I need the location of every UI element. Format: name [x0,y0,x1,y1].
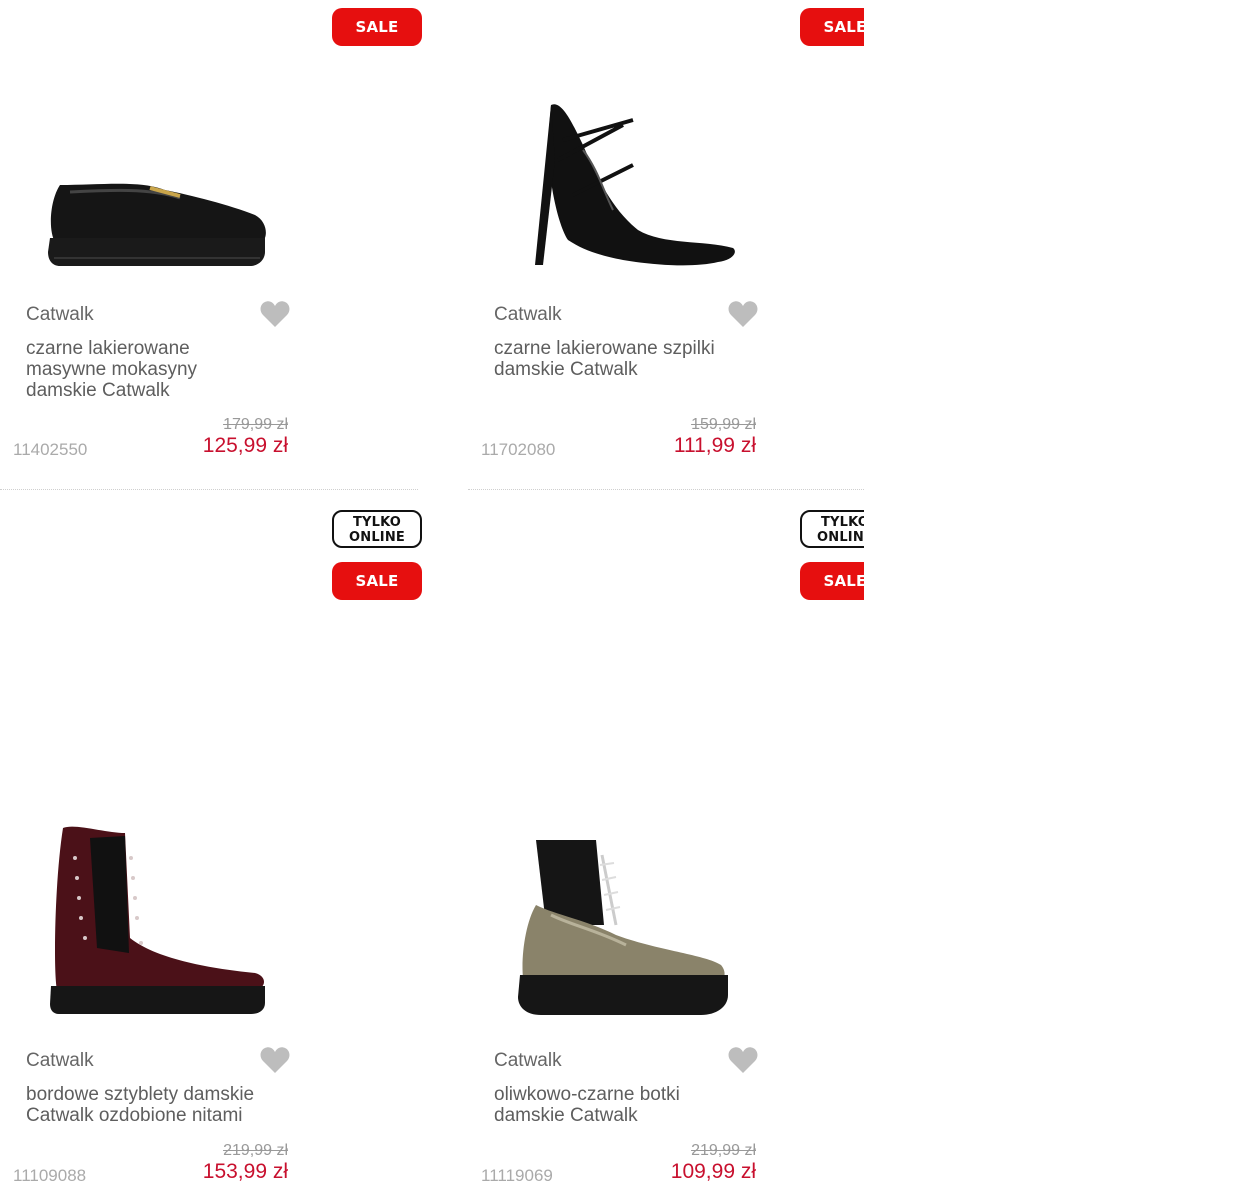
heart-icon[interactable] [260,1046,290,1074]
olive-black-boot-image [518,840,728,1015]
product-sku: 11119069 [481,1166,553,1185]
current-price: 153,99 zł [202,1160,288,1183]
product-card[interactable]: TYLKOONLINE SALE Catwalk oliwkowo-czarne… [468,500,864,1200]
old-price: 219,99 zł [223,1142,288,1159]
product-card[interactable]: SALE Catwalk czarne lakierowane szpilki … [468,0,864,490]
product-brand: Catwalk [494,1050,562,1071]
row-divider [468,489,864,490]
burgundy-chelsea-boot-image [50,826,265,1014]
product-name[interactable]: czarne lakierowane masywne mokasyny dams… [26,338,246,401]
sale-badge: SALE [332,562,422,600]
product-image[interactable] [513,100,743,275]
product-name[interactable]: oliwkowo-czarne botki damskie Catwalk [494,1084,724,1126]
product-sku: 11109088 [13,1166,87,1185]
product-image[interactable] [45,818,275,1018]
row-divider [0,489,418,490]
product-brand: Catwalk [26,304,94,325]
product-sku: 11402550 [13,440,88,459]
current-price: 111,99 zł [673,434,756,457]
product-grid: SALE Catwalk czarne lakierowane masywne … [0,0,864,1203]
sale-badge: SALE [332,8,422,46]
old-price: 179,99 zł [223,416,288,433]
old-price: 219,99 zł [691,1142,756,1159]
product-sku: 11702080 [481,440,556,459]
sale-badge: SALE [800,562,864,600]
product-image[interactable] [516,825,746,1020]
product-image[interactable] [40,160,280,280]
product-card[interactable]: SALE Catwalk czarne lakierowane masywne … [0,0,422,490]
product-name[interactable]: czarne lakierowane szpilki damskie Catwa… [494,338,754,380]
product-brand: Catwalk [494,304,562,325]
old-price: 159,99 zł [691,416,756,433]
product-card[interactable]: TYLKO ONLINE SALE Catwalk bordowe sztyble… [0,500,422,1200]
heart-icon[interactable] [728,1046,758,1074]
current-price: 125,99 zł [202,434,288,457]
current-price: 109,99 zł [670,1160,756,1183]
black-loafer-image [48,183,266,266]
product-name[interactable]: bordowe sztyblety damskie Catwalk ozdobi… [26,1084,296,1126]
online-only-badge: TYLKOONLINE [800,510,864,548]
product-brand: Catwalk [26,1050,94,1071]
heart-icon[interactable] [728,300,758,328]
black-stiletto-image [535,104,735,266]
online-only-badge: TYLKOONLINE [332,510,422,548]
heart-icon[interactable] [260,300,290,328]
sale-badge: SALE [800,8,864,46]
